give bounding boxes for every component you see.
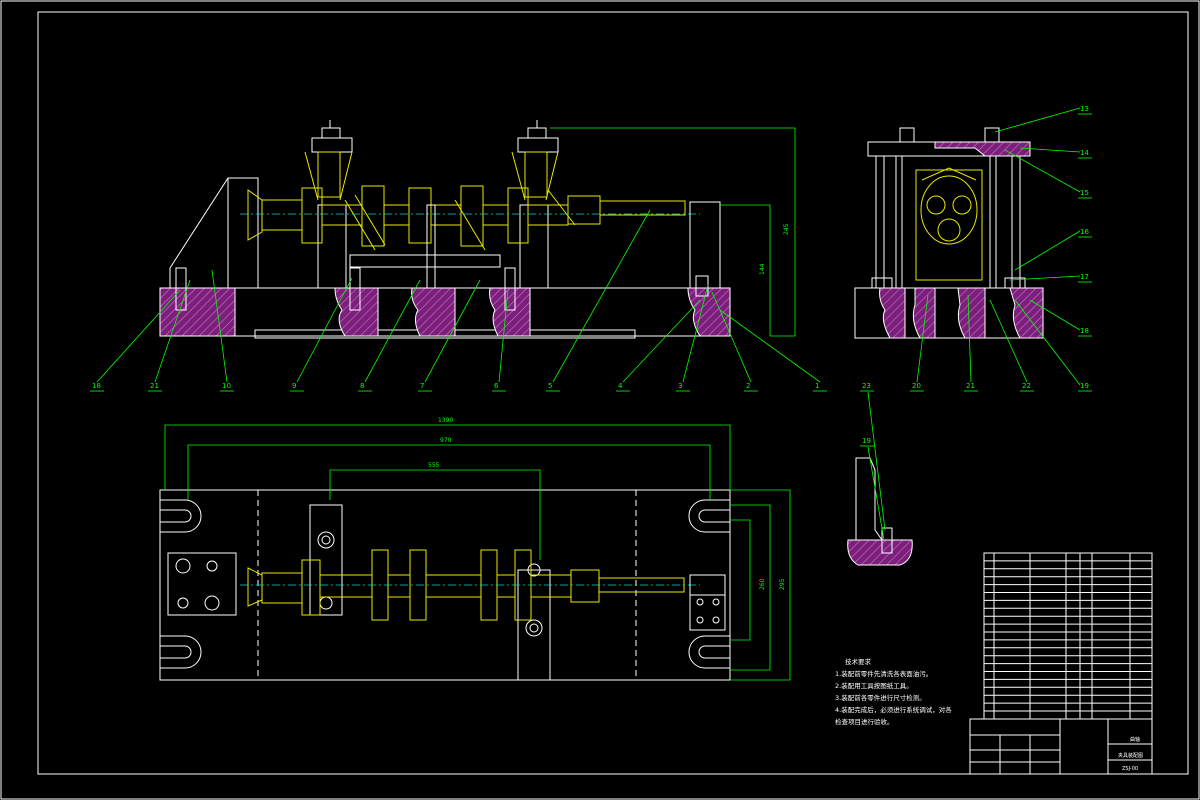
balloon-front-21: 21	[150, 382, 159, 390]
dim-top-center: 555	[428, 462, 440, 469]
balloon-detail-19-leader	[867, 446, 885, 541]
tech-req-line-1: 1.装配前零件先清洗各表面油污。	[835, 669, 932, 678]
drawing-canvas: 245 144 1390 970 555 260 295 技术要求 1.装配前零…	[0, 0, 1200, 800]
detail-view	[847, 390, 913, 566]
dim-top-right-1: 260	[759, 578, 766, 590]
tech-req-line-3: 3.装配前各零件进行尺寸检测。	[835, 693, 926, 702]
balloon-side-16: 16	[1080, 228, 1089, 236]
balloon-side-14: 14	[1080, 149, 1089, 157]
dim-top-overall: 1390	[438, 417, 453, 424]
tech-req-line-5: 检查项目进行验收。	[835, 717, 894, 726]
side-view	[854, 107, 1092, 392]
balloon-front-2-leader	[711, 291, 752, 383]
balloon-side-bottom-21: 21	[966, 382, 975, 390]
balloon-side-16-leader	[1014, 230, 1081, 271]
balloon-front-1: 1	[815, 382, 819, 390]
balloon-detail-23: 23	[862, 382, 871, 390]
dim-top-inner: 970	[440, 437, 452, 444]
technical-requirements: 技术要求 1.装配前零件先清洗各表面油污。 2.装配用工具按图纸工具。 3.装配…	[835, 657, 952, 726]
drawing-code: ZSJ-00	[1122, 766, 1138, 772]
title-block: 夹具装配图 ZSJ-00 曲轴	[969, 718, 1153, 775]
dim-front-total: 245	[783, 223, 790, 235]
balloon-front-5-leader	[552, 209, 651, 383]
dim-front-inner: 144	[759, 263, 766, 275]
balloon-detail-19: 19	[862, 437, 871, 445]
balloon-side-19-leader	[1014, 299, 1081, 386]
balloon-side-13-leader	[994, 107, 1081, 133]
balloon-side-15-leader	[1004, 149, 1081, 193]
tech-req-line-4: 4.装配完成后，必须进行系统调试，对各	[835, 705, 952, 714]
balloon-side-18: 18	[1080, 327, 1089, 335]
tech-req-line-2: 2.装配用工具按图纸工具。	[835, 681, 913, 690]
tech-req-title: 技术要求	[845, 657, 872, 666]
balloon-side-17: 17	[1080, 273, 1089, 281]
balloon-front-4: 4	[618, 382, 623, 390]
balloon-side-15: 15	[1080, 189, 1089, 197]
balloon-front-8: 8	[360, 382, 364, 390]
balloon-side-13: 13	[1080, 105, 1089, 113]
drawing-name: 夹具装配图	[1118, 752, 1143, 759]
balloon-front-10: 10	[222, 382, 231, 390]
balloon-front-7: 7	[420, 382, 424, 390]
balloon-front-5: 5	[548, 382, 552, 390]
front-view: 245 144	[90, 120, 827, 392]
balloon-front-6: 6	[494, 382, 499, 390]
balloon-side-bottom-22: 22	[1022, 382, 1031, 390]
drawing-unit: 曲轴	[1130, 736, 1140, 743]
balloon-side-19: 19	[1080, 382, 1089, 390]
parts-list	[983, 552, 1153, 720]
dim-top-right-2: 295	[779, 578, 786, 590]
balloon-front-4-leader	[622, 299, 701, 383]
balloon-front-9: 9	[292, 382, 296, 390]
balloon-front-2: 2	[746, 382, 750, 390]
top-view: 1390 970 555 260 295	[159, 417, 791, 681]
balloon-side-bottom-20: 20	[912, 382, 921, 390]
balloon-front-18: 18	[92, 382, 101, 390]
balloon-front-3: 3	[678, 382, 682, 390]
